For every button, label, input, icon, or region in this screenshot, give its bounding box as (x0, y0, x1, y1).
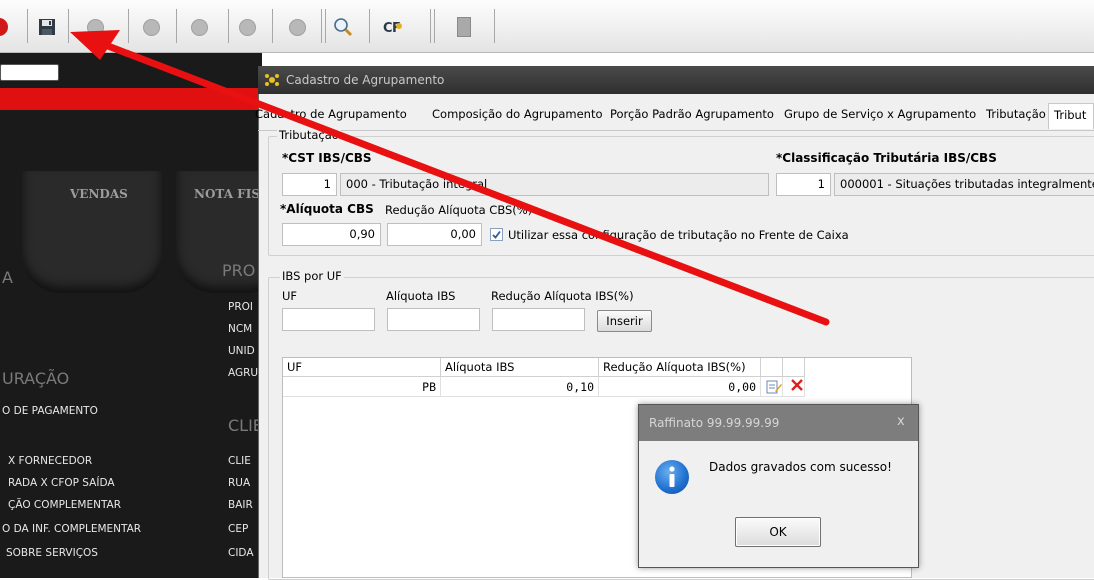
dialog-title: Raffinato 99.99.99.99 (649, 416, 780, 430)
success-dialog: Raffinato 99.99.99.99 x Dados gravados c… (638, 404, 919, 568)
dialog-message: Dados gravados com sucesso! (709, 460, 892, 474)
dialog-titlebar[interactable]: Raffinato 99.99.99.99 x (639, 405, 918, 441)
dialog-close-button[interactable]: x (897, 414, 905, 429)
annotation-arrow (70, 30, 830, 326)
ok-button[interactable]: OK (735, 517, 821, 547)
info-icon (655, 460, 689, 494)
